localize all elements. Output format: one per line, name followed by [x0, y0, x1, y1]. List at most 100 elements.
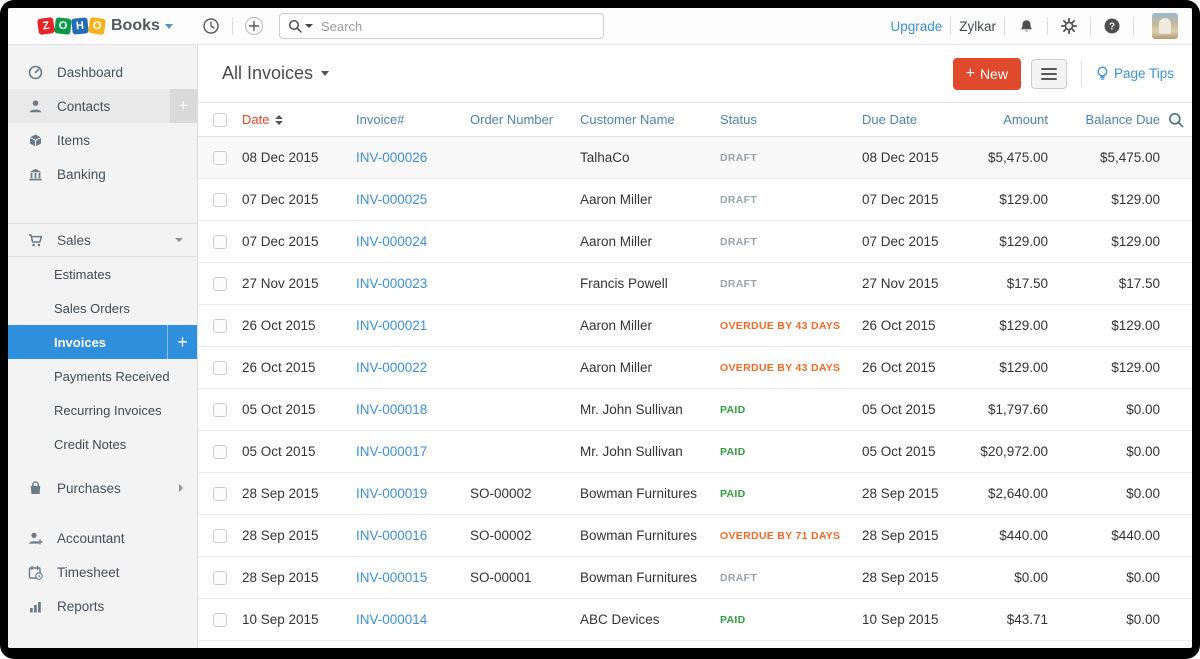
row-checkbox[interactable]	[213, 360, 227, 375]
sidebar-item-items[interactable]: Items	[8, 123, 197, 157]
table-row[interactable]: 08 Dec 2015 INV-000026 TalhaCo DRAFT 08 …	[198, 137, 1192, 179]
row-checkbox[interactable]	[213, 528, 227, 543]
invoice-number-link[interactable]: INV-000017	[356, 444, 427, 459]
sidebar-item-sales-orders[interactable]: Sales Orders	[8, 291, 197, 325]
invoice-amount: $20,972.00	[980, 444, 1048, 459]
invoice-amount: $440.00	[999, 528, 1048, 543]
table-row[interactable]: 26 Oct 2015 INV-000021 Aaron Miller OVER…	[198, 305, 1192, 347]
sidebar-item-reports[interactable]: Reports	[8, 589, 197, 623]
table-row[interactable]: 27 Nov 2015 INV-000023 Francis Powell DR…	[198, 263, 1192, 305]
table-row[interactable]: 28 Sep 2015 INV-000016 SO-00002 Bowman F…	[198, 515, 1192, 557]
invoice-amount: $5,475.00	[987, 150, 1048, 165]
row-checkbox[interactable]	[213, 234, 227, 249]
collapse-sales-caret-icon[interactable]	[175, 238, 183, 242]
invoice-number-link[interactable]: INV-000021	[356, 318, 427, 333]
table-row[interactable]: 28 Sep 2015 INV-000015 SO-00001 Bowman F…	[198, 557, 1192, 599]
column-header-due-date[interactable]: Due Date	[856, 112, 956, 127]
table-row[interactable]: 26 Oct 2015 INV-000022 Aaron Miller OVER…	[198, 347, 1192, 389]
select-all-checkbox[interactable]	[213, 112, 227, 127]
sidebar-item-payments-received[interactable]: Payments Received	[8, 359, 197, 393]
sidebar-item-dashboard[interactable]: Dashboard	[8, 55, 197, 89]
invoice-number-link[interactable]: INV-000018	[356, 402, 427, 417]
invoice-number-link[interactable]: INV-000026	[356, 150, 427, 165]
search-input[interactable]	[321, 18, 551, 34]
dashboard-gauge-icon	[28, 65, 43, 80]
invoice-date: 28 Sep 2015	[242, 570, 319, 585]
settings-gear-icon[interactable]	[1056, 13, 1082, 39]
row-checkbox[interactable]	[213, 444, 227, 459]
due-date: 05 Oct 2015	[862, 444, 936, 459]
sidebar-item-credit-notes[interactable]: Credit Notes	[8, 427, 197, 461]
sidebar-label: Contacts	[57, 98, 111, 114]
row-checkbox[interactable]	[213, 402, 227, 417]
upgrade-link[interactable]: Upgrade	[890, 19, 942, 34]
sidebar-item-invoices[interactable]: Invoices +	[8, 325, 197, 359]
add-invoice-button[interactable]: +	[167, 325, 197, 359]
sidebar-item-timesheet[interactable]: Timesheet	[8, 555, 197, 589]
invoice-number-link[interactable]: INV-000016	[356, 528, 427, 543]
column-header-balance-due[interactable]: Balance Due	[1048, 112, 1160, 127]
org-switch-caret-icon[interactable]	[164, 23, 173, 29]
sidebar-item-sales[interactable]: Sales	[8, 223, 197, 257]
invoice-number-link[interactable]: INV-000025	[356, 192, 427, 207]
recent-history-icon[interactable]	[198, 13, 224, 39]
column-header-amount[interactable]: Amount	[956, 112, 1048, 127]
table-row[interactable]: 10 Sep 2015 INV-000014 ABC Devices PAID …	[198, 599, 1192, 641]
column-header-customer-name[interactable]: Customer Name	[574, 112, 714, 127]
expand-purchases-caret-icon[interactable]	[179, 484, 183, 492]
row-checkbox[interactable]	[213, 570, 227, 585]
reports-bar-chart-icon	[28, 599, 43, 614]
sidebar-item-recurring-invoices[interactable]: Recurring Invoices	[8, 393, 197, 427]
sidebar-item-estimates[interactable]: Estimates	[8, 257, 197, 291]
page-tips-link[interactable]: Page Tips	[1096, 66, 1174, 82]
zoho-books-logo[interactable]: Z O H O Books	[8, 16, 198, 36]
table-row[interactable]: 05 Oct 2015 INV-000017 Mr. John Sullivan…	[198, 431, 1192, 473]
sort-icon	[275, 114, 284, 125]
column-header-order-number[interactable]: Order Number	[464, 112, 574, 127]
list-options-menu-button[interactable]	[1030, 58, 1067, 89]
row-checkbox[interactable]	[213, 150, 227, 165]
notifications-bell-icon[interactable]	[1013, 13, 1039, 39]
table-row[interactable]: 07 Dec 2015 INV-000024 Aaron Miller DRAF…	[198, 221, 1192, 263]
row-checkbox[interactable]	[213, 486, 227, 501]
customer-name: Bowman Furnitures	[580, 570, 698, 585]
table-search-icon[interactable]	[1160, 112, 1192, 128]
sidebar-label: Timesheet	[57, 564, 120, 580]
table-row[interactable]: 28 Sep 2015 INV-000019 SO-00002 Bowman F…	[198, 473, 1192, 515]
invoice-number-link[interactable]: INV-000015	[356, 570, 427, 585]
due-date: 28 Sep 2015	[862, 486, 939, 501]
column-header-status[interactable]: Status	[714, 112, 856, 127]
table-row[interactable]: 07 Dec 2015 INV-000025 Aaron Miller DRAF…	[198, 179, 1192, 221]
column-header-invoice[interactable]: Invoice#	[350, 112, 464, 127]
row-checkbox[interactable]	[213, 318, 227, 333]
global-search[interactable]	[279, 13, 604, 39]
add-contact-button[interactable]: +	[170, 89, 197, 123]
invoice-number-link[interactable]: INV-000019	[356, 486, 427, 501]
invoice-number-link[interactable]: INV-000023	[356, 276, 427, 291]
invoice-number-link[interactable]: INV-000014	[356, 612, 427, 627]
invoice-view-selector[interactable]: All Invoices	[222, 63, 330, 84]
quick-create-icon[interactable]	[241, 13, 267, 39]
sidebar-item-contacts[interactable]: Contacts +	[8, 89, 197, 123]
customer-name: Mr. John Sullivan	[580, 402, 683, 417]
invoice-number-link[interactable]: INV-000024	[356, 234, 427, 249]
row-checkbox[interactable]	[213, 276, 227, 291]
status-label: DRAFT	[720, 571, 758, 584]
sidebar-label: Items	[57, 132, 91, 148]
invoice-number-link[interactable]: INV-000022	[356, 360, 427, 375]
due-date: 10 Sep 2015	[862, 612, 939, 627]
sidebar-item-accountant[interactable]: Accountant	[8, 521, 197, 555]
org-name[interactable]: Zylkar	[959, 19, 996, 34]
new-invoice-button[interactable]: + New	[952, 57, 1021, 90]
table-row[interactable]: 05 Oct 2015 INV-000018 Mr. John Sullivan…	[198, 389, 1192, 431]
sidebar-item-banking[interactable]: Banking	[8, 157, 197, 191]
user-avatar[interactable]	[1152, 13, 1178, 39]
invoice-amount: $129.00	[999, 360, 1048, 375]
help-icon[interactable]: ?	[1099, 13, 1125, 39]
column-header-date[interactable]: Date	[242, 112, 350, 127]
row-checkbox[interactable]	[213, 192, 227, 207]
search-scope-caret-icon[interactable]	[305, 24, 313, 28]
row-checkbox[interactable]	[213, 612, 227, 627]
invoice-amount: $129.00	[999, 234, 1048, 249]
sidebar-item-purchases[interactable]: Purchases	[8, 471, 197, 505]
